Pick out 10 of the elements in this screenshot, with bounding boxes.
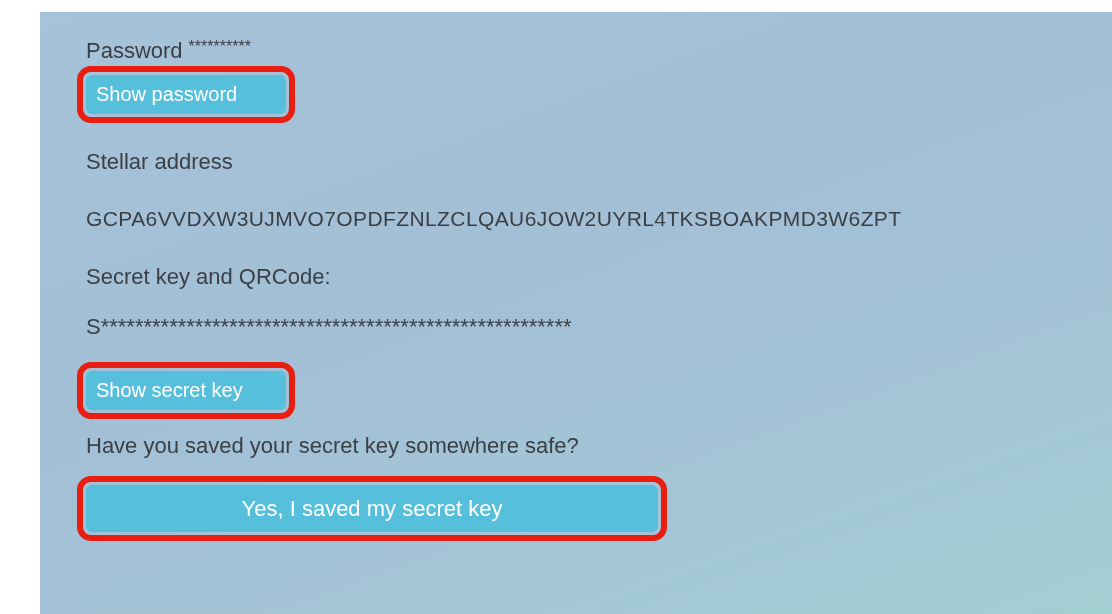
password-label: Password <box>86 38 183 64</box>
question-text: Have you saved your secret key somewhere safe? <box>86 433 580 459</box>
secret-label: Secret key and QRCode: <box>86 264 332 290</box>
show-secret-key-button[interactable]: Show secret key <box>86 371 286 410</box>
address-value: GCPA6VVDXW3UJMVO7OPDFZNLZCLQAU6JOW2UYRL4TKSBOAKPMD3W6ZPT <box>86 207 903 231</box>
password-value: ********** <box>188 38 251 56</box>
secret-value: S******************************************************* <box>86 314 573 340</box>
confirm-saved-button[interactable]: Yes, I saved my secret key <box>86 485 658 532</box>
address-label: Stellar address <box>86 149 234 175</box>
show-password-button[interactable]: Show password <box>86 75 286 114</box>
